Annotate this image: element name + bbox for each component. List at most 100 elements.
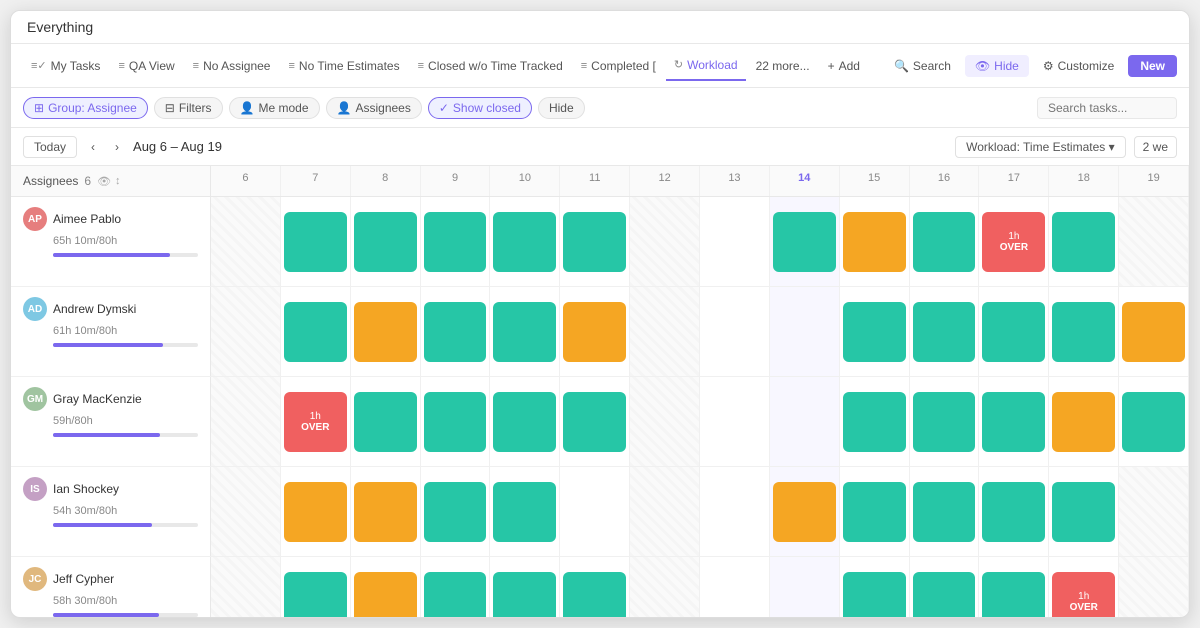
task-block[interactable] — [424, 212, 487, 272]
today-button[interactable]: Today — [23, 136, 77, 158]
day-cell[interactable] — [560, 377, 630, 466]
task-block[interactable] — [773, 482, 836, 542]
task-block[interactable] — [284, 482, 347, 542]
toolbar-no-time[interactable]: ≡ No Time Estimates — [280, 51, 407, 81]
day-cell[interactable] — [700, 467, 770, 556]
day-cell[interactable] — [211, 197, 281, 286]
task-block[interactable] — [424, 302, 487, 362]
task-block[interactable] — [1052, 482, 1115, 542]
task-block[interactable] — [843, 572, 906, 618]
day-cell[interactable] — [910, 287, 980, 376]
day-cell[interactable] — [630, 467, 700, 556]
day-cell[interactable] — [211, 557, 281, 617]
week-select[interactable]: 2 we — [1134, 136, 1177, 158]
day-cell[interactable] — [421, 557, 491, 617]
filters-chip[interactable]: ⊟ Filters — [154, 97, 223, 119]
hide-button[interactable]: 👁 Hide — [965, 55, 1029, 77]
toolbar-qa-view[interactable]: ≡ QA View — [110, 51, 182, 81]
task-block[interactable] — [982, 302, 1045, 362]
day-cell[interactable] — [1119, 287, 1189, 376]
day-cell[interactable] — [700, 197, 770, 286]
search-tasks-input[interactable] — [1037, 97, 1177, 119]
toolbar-more[interactable]: 22 more... — [748, 51, 818, 81]
day-cell[interactable] — [770, 197, 840, 286]
day-cell[interactable] — [1049, 197, 1119, 286]
day-cell[interactable] — [979, 467, 1049, 556]
task-block[interactable]: 1hOVER — [1052, 572, 1115, 618]
day-cell[interactable] — [421, 287, 491, 376]
day-cell[interactable] — [700, 557, 770, 617]
day-cell[interactable] — [770, 557, 840, 617]
task-block[interactable] — [424, 392, 487, 452]
task-block[interactable] — [843, 302, 906, 362]
day-cell[interactable] — [770, 377, 840, 466]
toolbar-closed[interactable]: ≡ Closed w/o Time Tracked — [410, 51, 571, 81]
me-mode-chip[interactable]: 👤 Me mode — [229, 97, 320, 119]
next-arrow[interactable]: › — [109, 137, 125, 157]
task-block[interactable] — [843, 482, 906, 542]
task-block[interactable] — [354, 572, 417, 618]
day-cell[interactable] — [1119, 467, 1189, 556]
day-cell[interactable] — [840, 557, 910, 617]
task-block[interactable] — [982, 572, 1045, 618]
toolbar-my-tasks[interactable]: ≡✓ My Tasks — [23, 51, 108, 81]
day-cell[interactable] — [630, 287, 700, 376]
day-cell[interactable] — [281, 557, 351, 617]
day-cell[interactable] — [1049, 377, 1119, 466]
day-cell[interactable] — [281, 197, 351, 286]
day-cell[interactable] — [351, 467, 421, 556]
day-cell[interactable] — [910, 377, 980, 466]
day-cell[interactable] — [281, 287, 351, 376]
task-block[interactable]: 1hOVER — [284, 392, 347, 452]
day-cell[interactable] — [351, 377, 421, 466]
day-cell[interactable] — [770, 287, 840, 376]
day-cell[interactable] — [351, 557, 421, 617]
day-cell[interactable] — [1049, 467, 1119, 556]
task-block[interactable] — [563, 212, 626, 272]
day-cell[interactable] — [1119, 557, 1189, 617]
task-block[interactable] — [354, 212, 417, 272]
prev-arrow[interactable]: ‹ — [85, 137, 101, 157]
task-block[interactable] — [773, 212, 836, 272]
task-block[interactable] — [913, 572, 976, 618]
task-block[interactable] — [424, 572, 487, 618]
task-block[interactable] — [982, 392, 1045, 452]
day-cell[interactable] — [1119, 197, 1189, 286]
task-block[interactable] — [563, 302, 626, 362]
day-cell[interactable] — [421, 467, 491, 556]
task-block[interactable] — [913, 392, 976, 452]
toolbar-completed[interactable]: ≡ Completed [ — [573, 51, 664, 81]
day-cell[interactable] — [1049, 287, 1119, 376]
day-cell[interactable] — [421, 197, 491, 286]
day-cell[interactable] — [979, 377, 1049, 466]
day-cell[interactable] — [351, 197, 421, 286]
day-cell[interactable] — [840, 377, 910, 466]
day-cell[interactable] — [840, 197, 910, 286]
day-cell[interactable] — [490, 377, 560, 466]
workload-select[interactable]: Workload: Time Estimates ▾ — [955, 136, 1126, 158]
task-block[interactable] — [563, 392, 626, 452]
toolbar-workload[interactable]: ↻ Workload — [666, 51, 746, 81]
task-block[interactable] — [982, 482, 1045, 542]
day-cell[interactable]: 1hOVER — [281, 377, 351, 466]
day-cell[interactable]: 1hOVER — [1049, 557, 1119, 617]
day-cell[interactable] — [351, 287, 421, 376]
day-cell[interactable]: 1hOVER — [979, 197, 1049, 286]
task-block[interactable]: 1hOVER — [982, 212, 1045, 272]
task-block[interactable] — [284, 572, 347, 618]
day-cell[interactable] — [910, 557, 980, 617]
day-cell[interactable] — [840, 287, 910, 376]
task-block[interactable] — [284, 212, 347, 272]
task-block[interactable] — [493, 572, 556, 618]
day-cell[interactable] — [490, 467, 560, 556]
day-cell[interactable] — [979, 287, 1049, 376]
task-block[interactable] — [284, 302, 347, 362]
day-cell[interactable] — [770, 467, 840, 556]
task-block[interactable] — [563, 572, 626, 618]
show-closed-chip[interactable]: ✓ Show closed — [428, 97, 532, 119]
day-cell[interactable] — [560, 287, 630, 376]
task-block[interactable] — [1052, 392, 1115, 452]
day-cell[interactable] — [211, 467, 281, 556]
task-block[interactable] — [424, 482, 487, 542]
day-cell[interactable] — [560, 197, 630, 286]
